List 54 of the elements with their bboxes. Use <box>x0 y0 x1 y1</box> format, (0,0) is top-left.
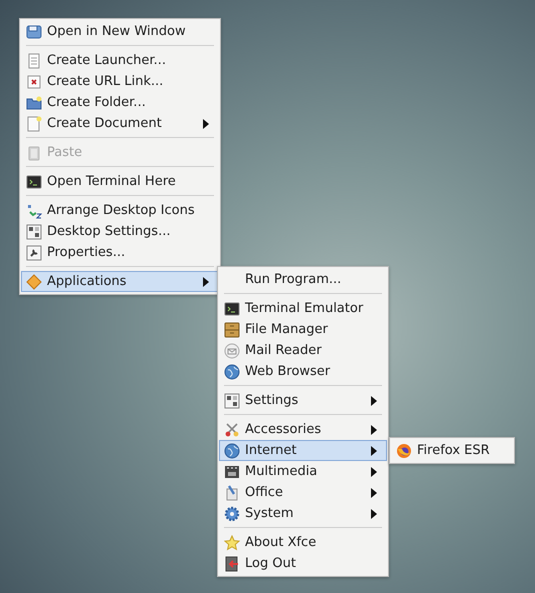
submenu-arrow-icon <box>370 508 378 518</box>
submenu-arrow-icon <box>202 276 210 286</box>
envelope-icon <box>224 342 240 358</box>
gear-icon <box>224 506 240 522</box>
menu-item[interactable]: Open in New Window <box>21 21 219 42</box>
submenu-arrow-icon <box>202 118 210 128</box>
menu-item[interactable]: Office <box>219 482 387 503</box>
menu-item[interactable]: Applications <box>21 271 219 292</box>
submenu-arrow-icon <box>370 446 378 456</box>
scissors-icon <box>224 422 240 438</box>
submenu-arrow-icon <box>370 488 378 498</box>
film-icon <box>224 464 240 480</box>
menu-item[interactable]: Create URL Link... <box>21 71 219 92</box>
menu-item[interactable]: Terminal Emulator <box>219 298 387 319</box>
menu-item[interactable]: About Xfce <box>219 532 387 553</box>
menu-item[interactable]: Open Terminal Here <box>21 171 219 192</box>
menu-item[interactable]: Internet <box>219 440 387 461</box>
menu-item[interactable]: Create Folder... <box>21 92 219 113</box>
submenu-arrow-icon <box>370 396 378 406</box>
link-file-icon <box>26 74 42 90</box>
menu-item[interactable]: Arrange Desktop Icons <box>21 200 219 221</box>
submenu-arrow-icon <box>370 466 378 476</box>
menu-item[interactable]: Create Launcher... <box>21 50 219 71</box>
diamond-icon <box>26 274 42 290</box>
wrench-icon <box>26 244 42 260</box>
menu-item[interactable]: System <box>219 503 387 524</box>
menu-item[interactable]: Settings <box>219 390 387 411</box>
pen-icon <box>224 484 240 500</box>
arrange-icon <box>26 202 42 218</box>
globe-icon <box>224 364 240 380</box>
submenu-arrow-icon <box>370 424 378 434</box>
star-icon <box>224 534 240 550</box>
menu-item[interactable]: Log Out <box>219 553 387 574</box>
clipboard-icon <box>26 144 42 160</box>
document-icon <box>26 116 42 132</box>
menu-item[interactable]: Firefox ESR <box>391 440 513 461</box>
menu-item[interactable]: Multimedia <box>219 461 387 482</box>
menu-item[interactable]: Mail Reader <box>219 340 387 361</box>
settings-icon <box>26 224 42 240</box>
menu-item[interactable]: Desktop Settings... <box>21 221 219 242</box>
menu-item[interactable]: Properties... <box>21 242 219 263</box>
folder-icon <box>26 94 42 110</box>
logout-icon <box>224 556 240 572</box>
terminal-icon <box>224 300 240 316</box>
document-icon <box>26 52 42 68</box>
menu-item[interactable]: File Manager <box>219 319 387 340</box>
drawer-icon <box>224 322 240 338</box>
menu-item[interactable]: Create Document <box>21 113 219 134</box>
menu-item[interactable]: Run Program... <box>219 269 387 290</box>
globe-icon <box>224 442 240 458</box>
terminal-icon <box>26 174 42 190</box>
menu-item[interactable]: Accessories <box>219 419 387 440</box>
menu-item[interactable]: Web Browser <box>219 361 387 382</box>
settings-icon <box>224 392 240 408</box>
